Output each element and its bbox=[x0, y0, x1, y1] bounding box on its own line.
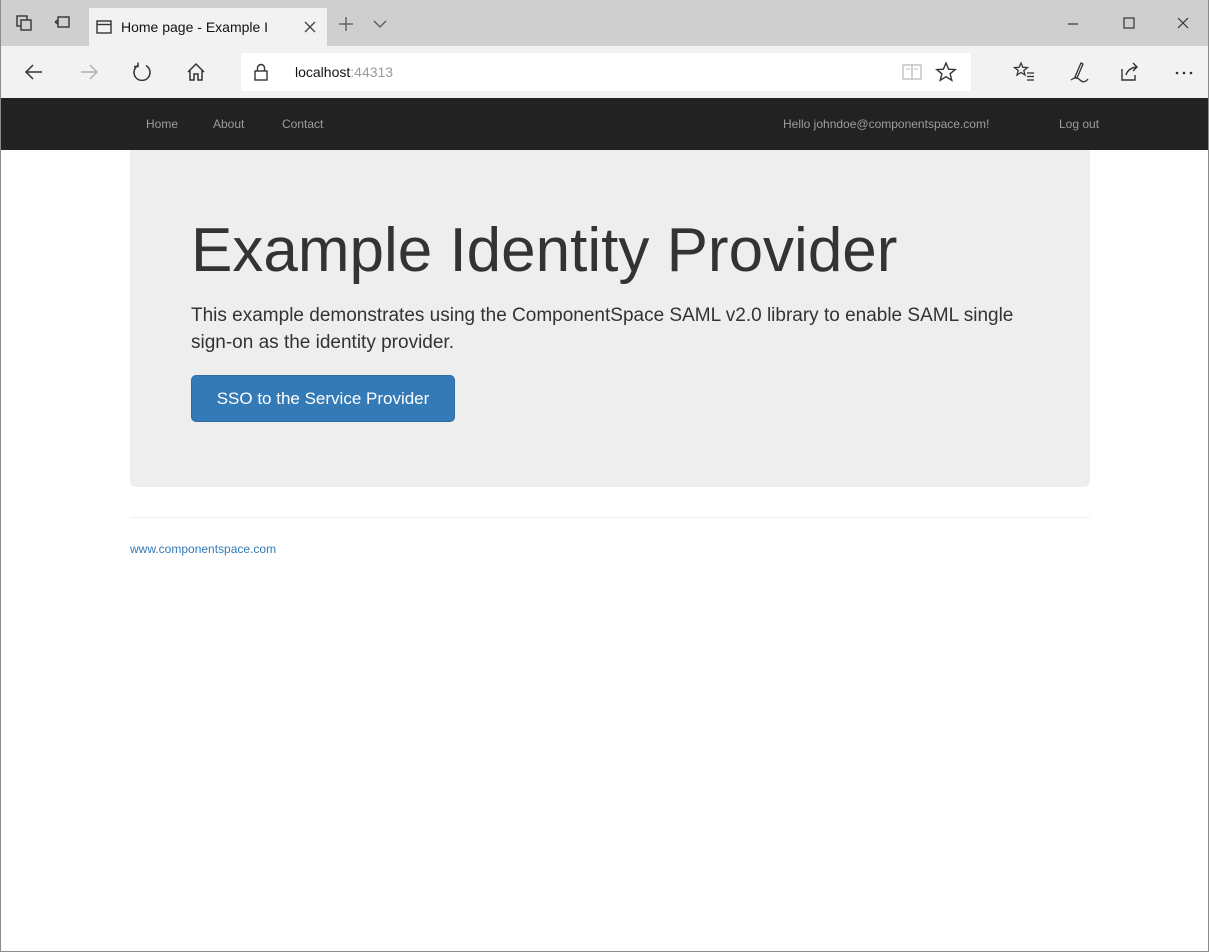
plus-icon[interactable] bbox=[337, 15, 355, 33]
footer-divider bbox=[130, 517, 1090, 518]
lock-icon[interactable] bbox=[251, 62, 271, 82]
url-host: localhost bbox=[295, 64, 351, 80]
close-window-icon[interactable] bbox=[1173, 13, 1193, 33]
star-icon[interactable] bbox=[935, 61, 957, 83]
nav-link-home[interactable]: Home bbox=[146, 117, 178, 131]
browser-toolbar: localhost:44313 bbox=[1, 46, 1208, 98]
tab-strip: Home page - Example I bbox=[1, 0, 1208, 46]
lead-text: This example demonstrates using the Comp… bbox=[191, 305, 1014, 353]
favorites-hub-icon[interactable] bbox=[1013, 61, 1035, 83]
address-bar[interactable]: localhost:44313 bbox=[241, 53, 971, 91]
url-port: :44313 bbox=[350, 64, 394, 80]
minimize-icon[interactable] bbox=[1063, 13, 1083, 33]
sso-button[interactable]: SSO to the Service Provider bbox=[191, 375, 455, 422]
nav-link-about[interactable]: About bbox=[213, 117, 244, 131]
page-icon bbox=[96, 20, 112, 34]
page-title: Example Identity Provider bbox=[191, 216, 898, 285]
pen-icon[interactable] bbox=[1068, 61, 1090, 83]
close-tab-icon[interactable] bbox=[301, 18, 319, 36]
home-icon[interactable] bbox=[185, 61, 207, 83]
set-aside-tabs-icon[interactable] bbox=[15, 14, 33, 32]
show-tab-previews-icon[interactable] bbox=[53, 14, 71, 32]
site-navbar: Home About Contact Hello johndoe@compone… bbox=[1, 98, 1208, 150]
more-icon[interactable] bbox=[1173, 61, 1195, 83]
footer-link[interactable]: www.componentspace.com bbox=[130, 542, 276, 556]
browser-window: Home page - Example I localhost:44313 Ho… bbox=[0, 0, 1209, 952]
reading-view-icon[interactable] bbox=[901, 62, 923, 82]
url-text[interactable]: localhost:44313 bbox=[295, 64, 393, 80]
jumbotron: Example Identity Provider This example d… bbox=[130, 150, 1090, 487]
share-icon[interactable] bbox=[1119, 61, 1141, 83]
back-arrow-icon[interactable] bbox=[23, 61, 45, 83]
nav-link-contact[interactable]: Contact bbox=[282, 117, 323, 131]
forward-arrow-icon[interactable] bbox=[78, 61, 100, 83]
maximize-icon[interactable] bbox=[1119, 13, 1139, 33]
nav-user-greeting[interactable]: Hello johndoe@componentspace.com! bbox=[783, 117, 989, 131]
refresh-icon[interactable] bbox=[131, 61, 153, 83]
nav-link-logout[interactable]: Log out bbox=[1059, 117, 1099, 131]
chevron-down-icon[interactable] bbox=[371, 15, 389, 33]
tab-active[interactable]: Home page - Example I bbox=[89, 8, 327, 46]
tab-title: Home page - Example I bbox=[121, 19, 269, 35]
